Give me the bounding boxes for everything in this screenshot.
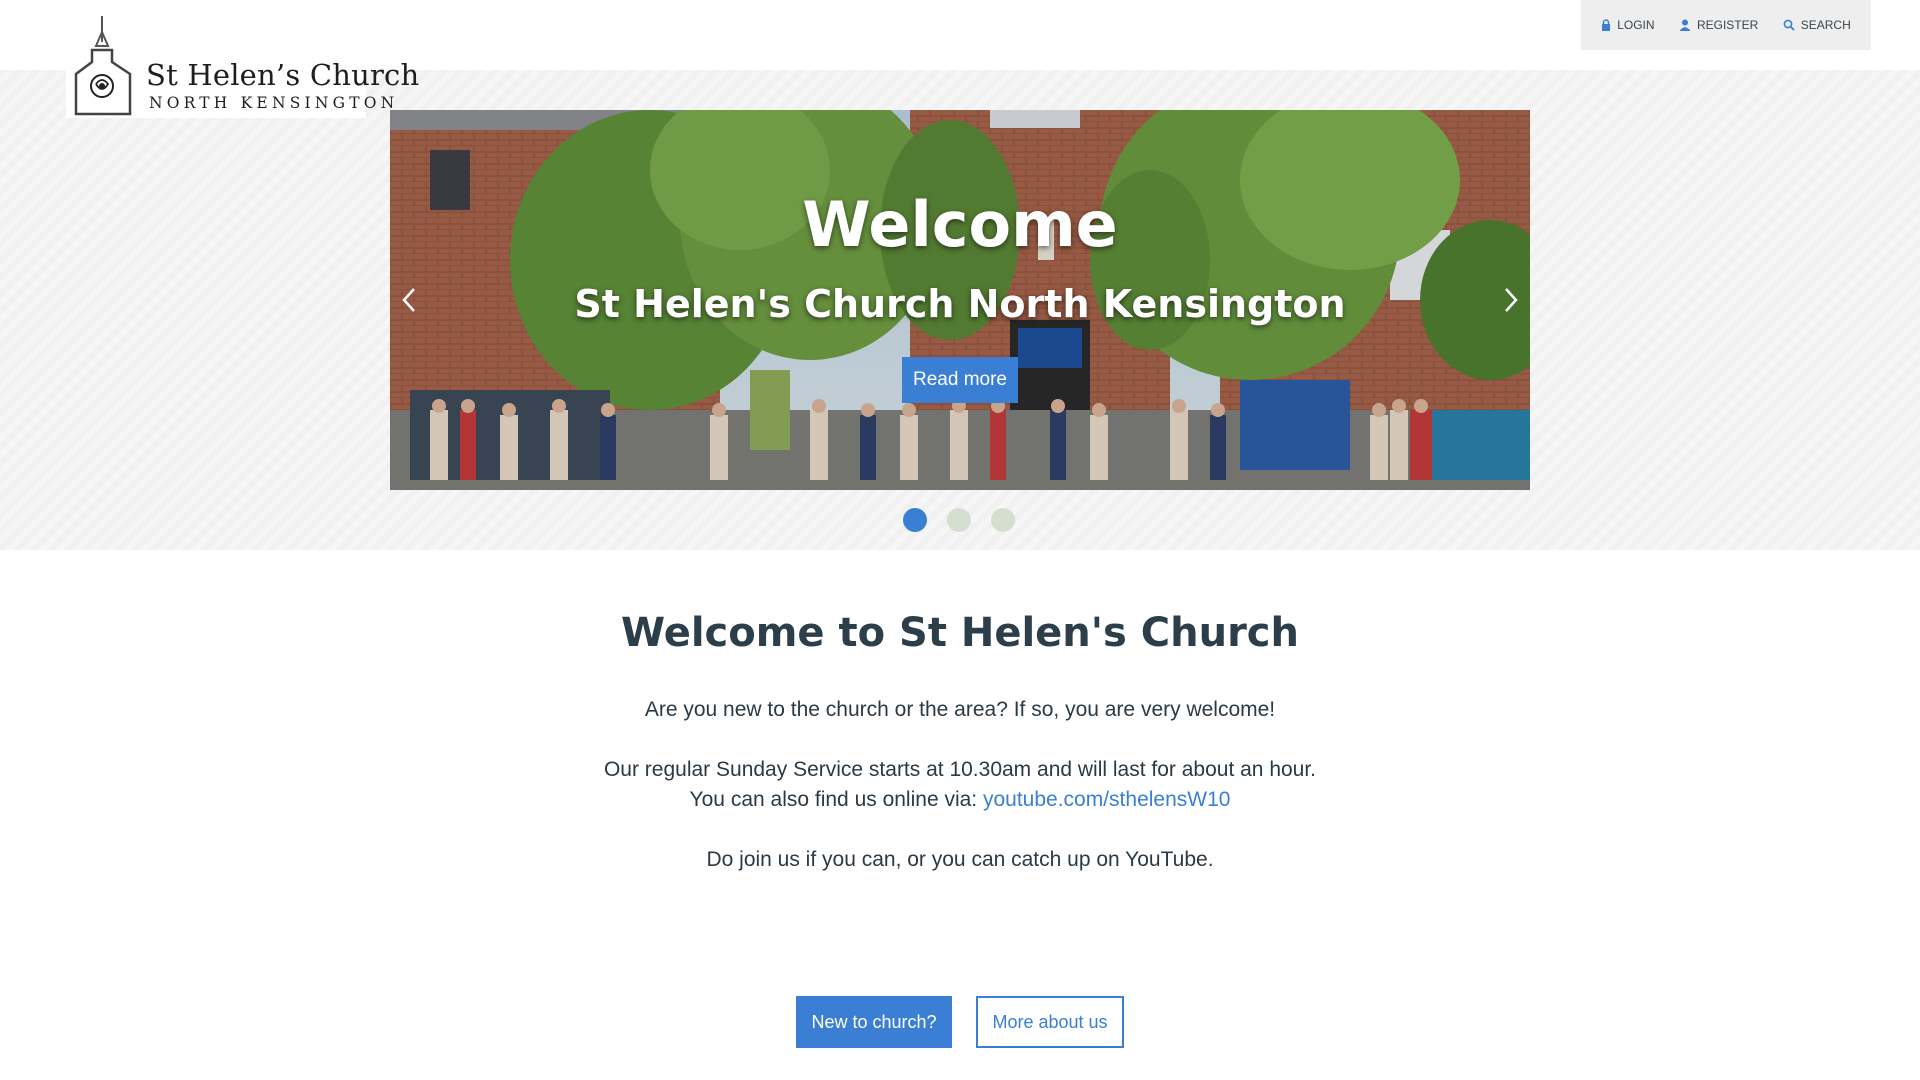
church-logo-icon <box>74 16 132 116</box>
slide-title: Welcome <box>802 188 1118 261</box>
read-more-button[interactable]: Read more <box>902 357 1018 403</box>
top-nav: LOGIN REGISTER SEARCH <box>1581 0 1871 50</box>
slider-dot-2[interactable] <box>947 508 971 532</box>
site-logo[interactable]: St Helen’s Church NORTH KENSINGTON <box>66 12 419 118</box>
register-label: REGISTER <box>1696 18 1759 32</box>
user-icon <box>1679 19 1691 31</box>
welcome-heading: Welcome to St Helen's Church <box>621 610 1299 656</box>
slide-subtitle: St Helen's Church North Kensington <box>574 282 1346 326</box>
service-time-text: Our regular Sunday Service starts at 10.… <box>603 758 1317 781</box>
slider-dot-1[interactable] <box>903 508 927 532</box>
chevron-right-icon <box>1505 288 1518 312</box>
hero-slide: Welcome St Helen's Church North Kensingt… <box>390 110 1530 490</box>
intro-text: Are you new to the church or the area? I… <box>644 698 1276 721</box>
login-label: LOGIN <box>1617 18 1655 32</box>
search-link[interactable]: SEARCH <box>1783 18 1851 32</box>
login-link[interactable]: LOGIN <box>1601 18 1655 32</box>
youtube-link[interactable]: youtube.com/sthelensW10 <box>983 788 1230 811</box>
slider-dot-3[interactable] <box>991 508 1015 532</box>
lock-icon <box>1602 19 1611 31</box>
online-text: You can also find us online via: youtube… <box>0 788 1920 812</box>
slider-next-button[interactable] <box>1496 280 1526 320</box>
site-header: St Helen’s Church NORTH KENSINGTON LOGIN… <box>0 0 1920 118</box>
more-about-us-button[interactable]: More about us <box>976 996 1124 1048</box>
logo-title: St Helen’s Church <box>146 58 420 92</box>
cta-buttons: New to church? More about us <box>796 996 1124 1048</box>
new-to-church-button[interactable]: New to church? <box>796 996 952 1048</box>
slider-prev-button[interactable] <box>394 280 424 320</box>
logo-subtitle: NORTH KENSINGTON <box>149 94 399 112</box>
online-prefix: You can also find us online via: <box>689 788 983 811</box>
register-link[interactable]: REGISTER <box>1679 18 1758 32</box>
join-text: Do join us if you can, or you can catch … <box>706 848 1214 871</box>
chevron-left-icon <box>402 288 415 312</box>
search-icon <box>1783 19 1795 31</box>
search-label: SEARCH <box>1800 18 1851 32</box>
slider-pagination <box>903 508 1015 532</box>
